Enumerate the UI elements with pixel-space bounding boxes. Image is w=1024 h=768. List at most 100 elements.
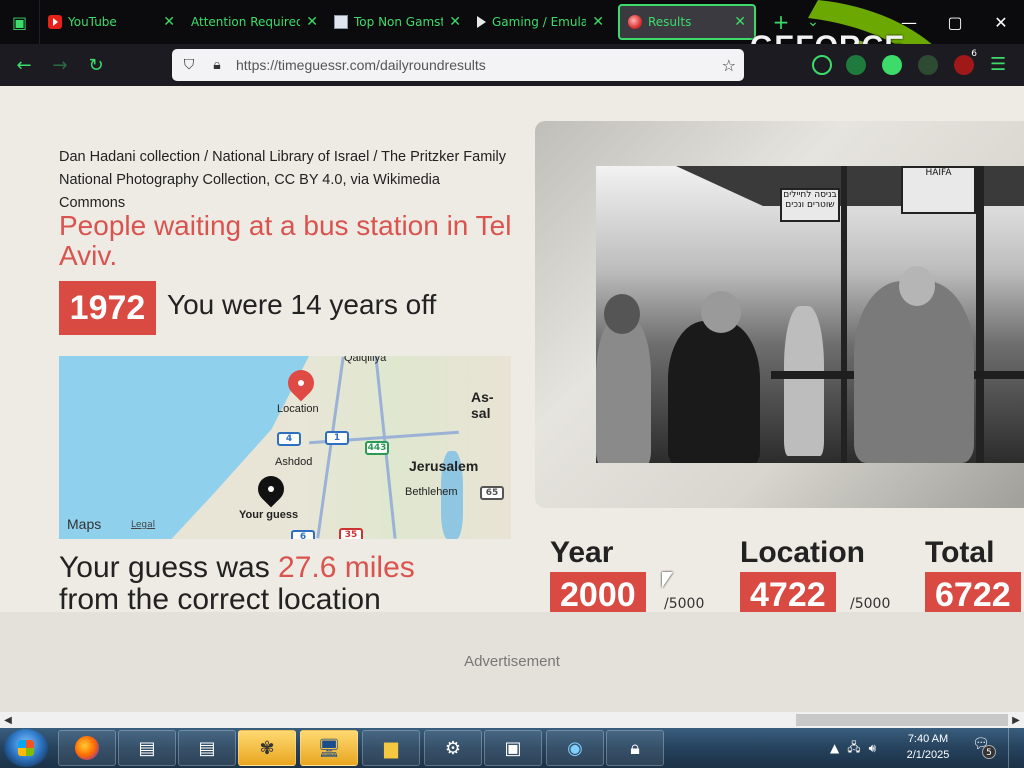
photo-face (701, 291, 741, 333)
account-icon[interactable] (882, 55, 902, 75)
map-route-shield: 35 (339, 528, 363, 539)
advertisement-area: Advertisement (0, 612, 1024, 712)
photo-face (604, 294, 640, 334)
distance-value: 27.6 miles (278, 551, 415, 584)
notification-button[interactable]: 💬︎ 5 (972, 736, 996, 759)
close-icon[interactable]: ✕ (592, 14, 604, 30)
correct-year-badge: 1972 (59, 281, 156, 335)
maps-logo: Maps (67, 516, 101, 532)
photo-credit: Dan Hadani collection / National Library… (59, 149, 507, 211)
start-button[interactable] (4, 729, 48, 767)
tab-attention-required[interactable]: Attention Required! | C ✕ (183, 4, 326, 40)
taskbar-window-2[interactable]: ▤ (178, 730, 236, 766)
clock-time: 7:40 AM (907, 733, 949, 745)
map-legal-link[interactable]: Legal (131, 520, 155, 530)
maximize-icon: ▢ (947, 12, 963, 32)
address-bar[interactable]: ⛉ 🔒︎ https://timeguessr.com/dailyroundre… (172, 49, 744, 81)
photo-pole (976, 166, 984, 463)
close-icon[interactable]: ✕ (734, 14, 746, 30)
photo-sign-text: בניסה לחיילים (783, 190, 837, 200)
taskbar-clock[interactable]: 7:40 AM 2/1/2025 (900, 731, 956, 763)
guess-pin-icon[interactable] (252, 470, 290, 508)
total-score-label: Total (925, 536, 995, 569)
shield-icon[interactable]: ⛉ (180, 57, 198, 73)
notification-count: 5 (982, 745, 996, 759)
scroll-right-icon[interactable]: ▶ (1008, 712, 1024, 728)
taskbar-settings[interactable]: ⚙ (424, 730, 482, 766)
tab-top-non-gamstop[interactable]: Top Non Gamstop ✕ (326, 4, 469, 40)
back-button[interactable]: ← (6, 47, 42, 83)
tray-expand-icon[interactable]: ▲ (830, 741, 839, 755)
distance-prefix: Your guess was (59, 551, 279, 584)
extension-badge: 6 (971, 49, 977, 59)
reload-button[interactable]: ↻ (78, 47, 114, 83)
computer-icon: 🖥︎ (317, 737, 341, 759)
puzzle-icon[interactable] (918, 55, 938, 75)
map-label-your-guess: Your guess (239, 509, 299, 521)
sphere-icon: ◉ (567, 737, 583, 759)
taskbar-firefox[interactable] (58, 730, 116, 766)
taskbar-app-screen[interactable]: ▣ (484, 730, 542, 766)
close-icon[interactable]: ✕ (449, 14, 461, 30)
download-icon[interactable] (846, 55, 866, 75)
tab-results[interactable]: Results ✕ (618, 4, 756, 40)
close-icon[interactable]: ✕ (306, 14, 318, 30)
firefox-icon (75, 736, 99, 760)
document-icon (334, 15, 348, 29)
year-score-max: /5000 (664, 596, 705, 612)
close-window-button[interactable]: ✕ (978, 0, 1024, 44)
scrollbar-thumb[interactable] (796, 714, 1008, 726)
horizontal-scrollbar[interactable]: ◀ ▶ (0, 712, 1024, 728)
monitor-icon: ▣ (504, 737, 522, 759)
show-desktop-button[interactable] (1008, 728, 1024, 768)
photo-sign-text: HAIFA (925, 168, 952, 178)
photo-person (668, 321, 760, 463)
lock-icon[interactable]: 🔒︎ (208, 57, 226, 73)
forward-button[interactable]: → (42, 47, 78, 83)
maximize-button[interactable]: ▢ (932, 0, 978, 44)
map-label-location: Location (277, 403, 319, 415)
menu-icon[interactable]: ☰ (990, 54, 1006, 75)
photo-face (899, 266, 935, 306)
taskbar-explorer[interactable]: ▆ (362, 730, 420, 766)
map-label-jerusalem: Jerusalem (409, 458, 479, 474)
taskbar-app-sphere[interactable]: ◉ (546, 730, 604, 766)
nav-bar: ← → ↻ ⛉ 🔒︎ https://timeguessr.com/dailyr… (0, 44, 1024, 86)
tab-label: Gaming / Emulati (492, 15, 587, 29)
location-score-label: Location (740, 536, 865, 569)
map-label-as-sal: As-sal (471, 389, 494, 421)
tab-youtube[interactable]: YouTube ✕ (40, 4, 183, 40)
tab-gaming-emulation[interactable]: Gaming / Emulati ✕ (469, 4, 612, 40)
taskbar-window-1[interactable]: ▤ (118, 730, 176, 766)
taskbar-app-bee[interactable]: ✾ (238, 730, 296, 766)
url-text[interactable]: https://timeguessr.com/dailyroundresults (236, 57, 712, 73)
extension-icon[interactable] (812, 55, 832, 75)
tabs-icon: ▣ (11, 12, 28, 32)
map-label-ashdod: Ashdod (275, 456, 313, 468)
tab-overview-button[interactable]: ▣ (0, 0, 40, 44)
youtube-icon (48, 15, 62, 29)
scroll-left-icon[interactable]: ◀ (0, 712, 16, 728)
volume-icon[interactable]: 🔊︎ (869, 741, 877, 756)
ublock-icon[interactable]: 6 (954, 49, 977, 75)
network-icon[interactable]: 🖧︎ (847, 738, 860, 759)
padlock-icon: 🔒︎ (630, 737, 640, 759)
minimize-button[interactable]: — (886, 0, 932, 44)
location-score-value: 4722 (740, 572, 836, 612)
taskbar-app-lock[interactable]: 🔒︎ (606, 730, 664, 766)
bookmark-star-icon[interactable]: ☆ (722, 56, 736, 75)
year-score-label: Year (550, 536, 614, 569)
photo-sign: בניסה לחיילים שוטרים ונכים (780, 188, 840, 222)
minimize-icon: — (901, 12, 917, 32)
system-tray: ▲ 🖧︎ 🔊︎ (830, 728, 876, 768)
close-icon[interactable]: ✕ (163, 14, 175, 30)
photo-caption: People waiting at a bus station in Tel A… (59, 210, 512, 271)
advertisement-label: Advertisement (464, 652, 560, 670)
taskbar-computer[interactable]: 🖥︎ (300, 730, 358, 766)
map-route-shield: 1 (325, 431, 349, 445)
result-map[interactable]: Qalqiliya As-sal Location 4 1 443 Ashdod… (59, 356, 511, 539)
tab-list-button[interactable]: ⌄ (798, 14, 828, 30)
year-score-value: 2000 (550, 572, 646, 612)
mouse-cursor-icon (662, 572, 673, 588)
photo-sign: HAIFA (901, 166, 976, 214)
